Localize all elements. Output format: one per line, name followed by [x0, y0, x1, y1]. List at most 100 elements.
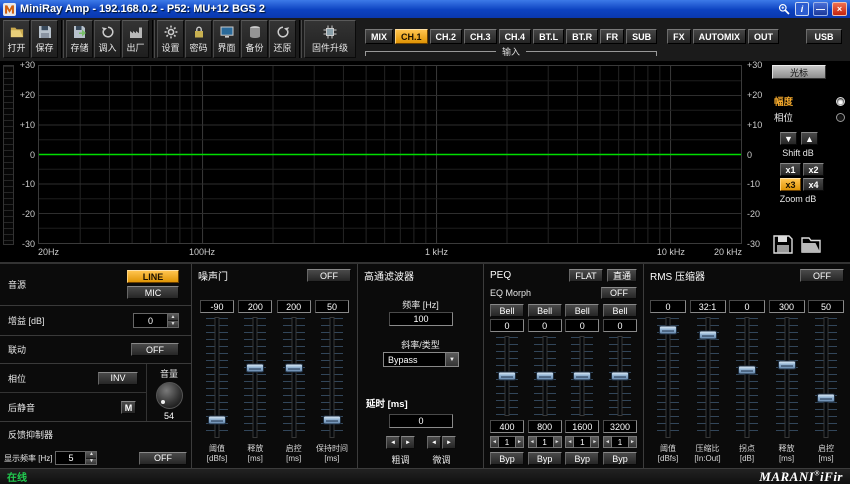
gate-hold-slider[interactable] — [320, 315, 344, 440]
channel-btl-button[interactable]: BT.L — [533, 29, 564, 44]
gain-spinner-arrows[interactable]: ▲▼ — [167, 314, 178, 327]
save-curve-icon[interactable] — [773, 235, 793, 256]
band-gain-value[interactable]: 0 — [603, 319, 637, 332]
slider-handle[interactable] — [285, 363, 303, 372]
feedback-off-button[interactable]: OFF — [139, 452, 187, 465]
channel-ch4-button[interactable]: CH.4 — [499, 29, 532, 44]
band-type-button[interactable]: Bell — [603, 304, 637, 317]
band-gain-value[interactable]: 0 — [528, 319, 562, 332]
volume-knob[interactable] — [156, 382, 183, 409]
fx-button[interactable]: FX — [667, 29, 691, 44]
mic-button[interactable]: MIC — [127, 286, 179, 299]
automix-button[interactable]: AUTOMIX — [693, 29, 746, 44]
magnitude-option[interactable]: 幅度 — [774, 95, 845, 107]
zoom-x4-button[interactable]: x4 — [803, 178, 824, 191]
slider-handle[interactable] — [208, 416, 226, 425]
comp-threshold-value[interactable]: 0 — [650, 300, 686, 313]
comp-ratio-slider[interactable] — [696, 315, 720, 440]
mute-button[interactable]: M — [121, 401, 136, 414]
slider-handle[interactable] — [699, 331, 717, 340]
band-type-button[interactable]: Bell — [490, 304, 524, 317]
interface-button[interactable]: 界面 — [213, 20, 240, 58]
band-freq-value[interactable]: 1600 — [565, 420, 599, 433]
gate-threshold-slider[interactable] — [205, 315, 229, 440]
zoom-x2-button[interactable]: x2 — [803, 163, 824, 176]
slider-handle[interactable] — [246, 363, 264, 372]
coarse-right-button[interactable]: ► — [401, 436, 415, 449]
q-left-arrow[interactable]: ◄ — [603, 436, 612, 448]
minimize-button[interactable]: — — [813, 2, 828, 16]
band-gain-slider[interactable] — [570, 334, 594, 418]
gate-release-slider[interactable] — [243, 315, 267, 440]
q-left-arrow[interactable]: ◄ — [565, 436, 574, 448]
compressor-off-button[interactable]: OFF — [800, 269, 844, 282]
channel-fr-button[interactable]: FR — [600, 29, 624, 44]
comp-attack-value[interactable]: 50 — [808, 300, 844, 313]
restore-button[interactable]: 还原 — [269, 20, 296, 58]
q-right-arrow[interactable]: ► — [628, 436, 637, 448]
store-button[interactable]: 存储 — [66, 20, 93, 58]
q-right-arrow[interactable]: ► — [515, 436, 524, 448]
band-freq-value[interactable]: 800 — [528, 420, 562, 433]
comp-attack-slider[interactable] — [814, 315, 838, 440]
peq-thru-button[interactable]: 直通 — [607, 269, 637, 282]
band-q-spinner[interactable]: ◄ 1 ► — [565, 436, 599, 448]
magnitude-radio[interactable] — [836, 97, 845, 106]
slider-handle[interactable] — [573, 372, 591, 381]
eq-morph-off-button[interactable]: OFF — [601, 287, 637, 299]
slider-handle[interactable] — [817, 393, 835, 402]
title-bar[interactable]: MiniRay Amp - 192.168.0.2 - P52: MU+12 B… — [0, 0, 850, 18]
gate-attack-value[interactable]: 200 — [277, 300, 311, 313]
delay-coarse-nudge[interactable]: ◄ ► — [386, 436, 415, 449]
cursor-button[interactable]: 光标 — [772, 65, 826, 79]
fine-right-button[interactable]: ► — [442, 436, 456, 449]
recall-button[interactable]: 调入 — [94, 20, 121, 58]
zoom-x3-button[interactable]: x3 — [780, 178, 801, 191]
channel-mix-button[interactable]: MIX — [365, 29, 393, 44]
band-q-spinner[interactable]: ◄ 1 ► — [490, 436, 524, 448]
slider-handle[interactable] — [611, 372, 629, 381]
band-bypass-button[interactable]: Byp — [603, 452, 637, 465]
gate-attack-slider[interactable] — [282, 315, 306, 440]
band-bypass-button[interactable]: Byp — [565, 452, 599, 465]
close-button[interactable]: × — [832, 2, 847, 16]
band-freq-value[interactable]: 3200 — [603, 420, 637, 433]
phase-inv-button[interactable]: INV — [98, 372, 138, 385]
band-gain-slider[interactable] — [533, 334, 557, 418]
q-left-arrow[interactable]: ◄ — [528, 436, 537, 448]
settings-button[interactable]: 设置 — [157, 20, 184, 58]
hpf-type-dropdown[interactable]: Bypass ▼ — [383, 352, 459, 367]
band-type-button[interactable]: Bell — [528, 304, 562, 317]
hpf-freq-value[interactable]: 100 — [389, 312, 453, 326]
shift-up-button[interactable]: ▲ — [801, 132, 818, 145]
band-q-spinner[interactable]: ◄ 1 ► — [603, 436, 637, 448]
firmware-upgrade-button[interactable]: 固件升级 — [304, 20, 356, 58]
slider-handle[interactable] — [778, 361, 796, 370]
display-freq-spinner[interactable]: 5 ▲▼ — [55, 451, 97, 465]
slider-handle[interactable] — [536, 372, 554, 381]
response-plot[interactable] — [38, 65, 742, 244]
comp-ratio-value[interactable]: 32:1 — [690, 300, 726, 313]
open-button[interactable]: 打开 — [3, 20, 30, 58]
phase-option[interactable]: 相位 — [774, 111, 845, 123]
peq-flat-button[interactable]: FLAT — [569, 269, 603, 282]
gate-release-value[interactable]: 200 — [238, 300, 272, 313]
save-button[interactable]: 保存 — [31, 20, 58, 58]
channel-sub-button[interactable]: SUB — [626, 29, 657, 44]
slider-handle[interactable] — [738, 366, 756, 375]
password-button[interactable]: 密码 — [185, 20, 212, 58]
zoom-x1-button[interactable]: x1 — [780, 163, 801, 176]
slider-handle[interactable] — [323, 416, 341, 425]
phase-radio[interactable] — [836, 113, 845, 122]
comp-release-value[interactable]: 300 — [769, 300, 805, 313]
band-gain-slider[interactable] — [495, 334, 519, 418]
link-off-button[interactable]: OFF — [131, 343, 179, 356]
gate-threshold-value[interactable]: -90 — [200, 300, 234, 313]
line-button[interactable]: LINE — [127, 270, 179, 283]
info-icon[interactable]: i — [795, 2, 809, 16]
q-left-arrow[interactable]: ◄ — [490, 436, 499, 448]
comp-threshold-slider[interactable] — [656, 315, 680, 440]
band-gain-value[interactable]: 0 — [490, 319, 524, 332]
slider-handle[interactable] — [659, 326, 677, 335]
out-button[interactable]: OUT — [748, 29, 779, 44]
